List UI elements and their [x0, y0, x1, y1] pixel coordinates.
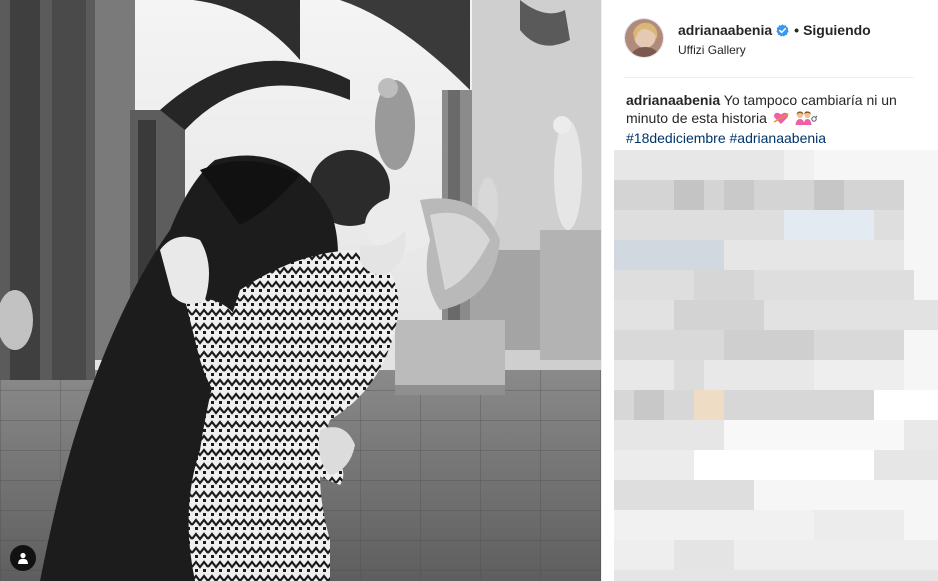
heart-with-arrow-emoji [773, 111, 789, 129]
person-icon [18, 552, 28, 564]
following-button[interactable]: Siguiendo [803, 22, 871, 38]
post-caption: adrianaabenia Yo tampoco cambiaría ni un… [626, 91, 921, 147]
hashtag-link[interactable]: #adrianaabenia [730, 130, 827, 146]
post-photo[interactable] [0, 0, 601, 581]
pixelated-comments-area [614, 150, 938, 581]
tagged-people-button[interactable] [10, 545, 36, 571]
post-header: adrianaabenia • Siguiendo Uffizi Gallery [624, 16, 916, 76]
post-side-panel: adrianaabenia • Siguiendo Uffizi Gallery… [601, 0, 938, 581]
location-link[interactable]: Uffizi Gallery [678, 43, 746, 57]
separator-dot: • [794, 22, 800, 38]
couple-emoji [795, 111, 817, 129]
header-divider [624, 77, 914, 78]
username-link[interactable]: adrianaabenia [678, 22, 772, 38]
hashtag-link[interactable]: #18dediciembre [626, 130, 726, 146]
caption-username-link[interactable]: adrianaabenia [626, 92, 720, 108]
avatar-image [625, 19, 663, 57]
verified-badge-icon [776, 23, 789, 37]
avatar[interactable] [624, 18, 664, 58]
post-image [0, 0, 601, 581]
